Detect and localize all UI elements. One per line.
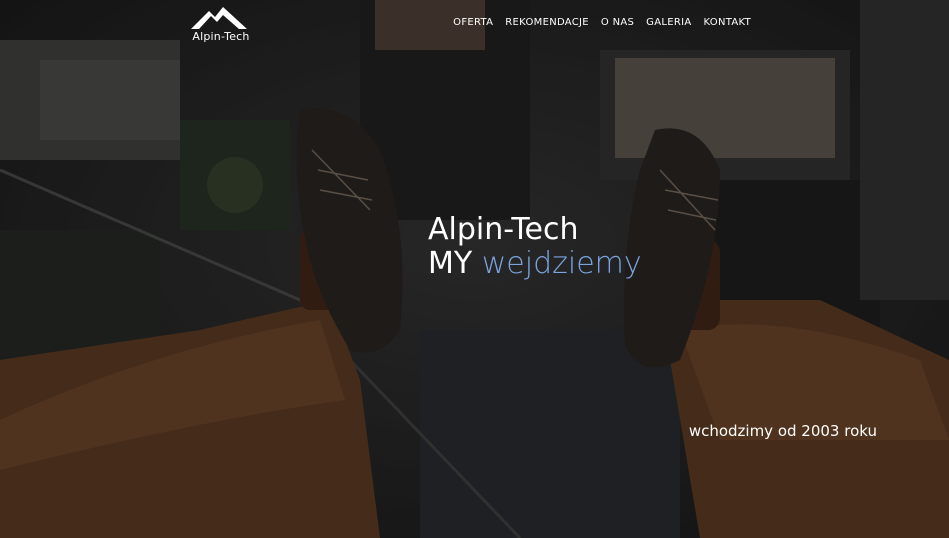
hero-title-accent: wejdziemy bbox=[481, 246, 642, 281]
hero-title-prefix: MY bbox=[428, 246, 473, 281]
nav-o-nas[interactable]: O NAS bbox=[601, 17, 634, 28]
hero-title: Alpin-Tech MY wejdziemy bbox=[428, 213, 642, 281]
nav-oferta[interactable]: OFERTA bbox=[453, 17, 493, 28]
hero-section: Alpin-Tech OFERTA REKOMENDACJE O NAS GAL… bbox=[0, 0, 949, 538]
top-navbar: Alpin-Tech OFERTA REKOMENDACJE O NAS GAL… bbox=[0, 0, 949, 50]
nav-galeria[interactable]: GALERIA bbox=[646, 17, 691, 28]
nav-kontakt[interactable]: KONTAKT bbox=[703, 17, 751, 28]
main-nav: OFERTA REKOMENDACJE O NAS GALERIA KONTAK… bbox=[453, 17, 751, 28]
hero-title-line1: Alpin-Tech bbox=[428, 212, 579, 247]
hero-tagline: wchodzimy od 2003 roku bbox=[688, 422, 877, 440]
mountain-icon bbox=[191, 7, 247, 29]
nav-rekomendacje[interactable]: REKOMENDACJE bbox=[505, 17, 589, 28]
logo[interactable]: Alpin-Tech bbox=[189, 5, 253, 45]
hero-title-line2: MY wejdziemy bbox=[428, 247, 642, 281]
logo-text: Alpin-Tech bbox=[192, 30, 250, 43]
